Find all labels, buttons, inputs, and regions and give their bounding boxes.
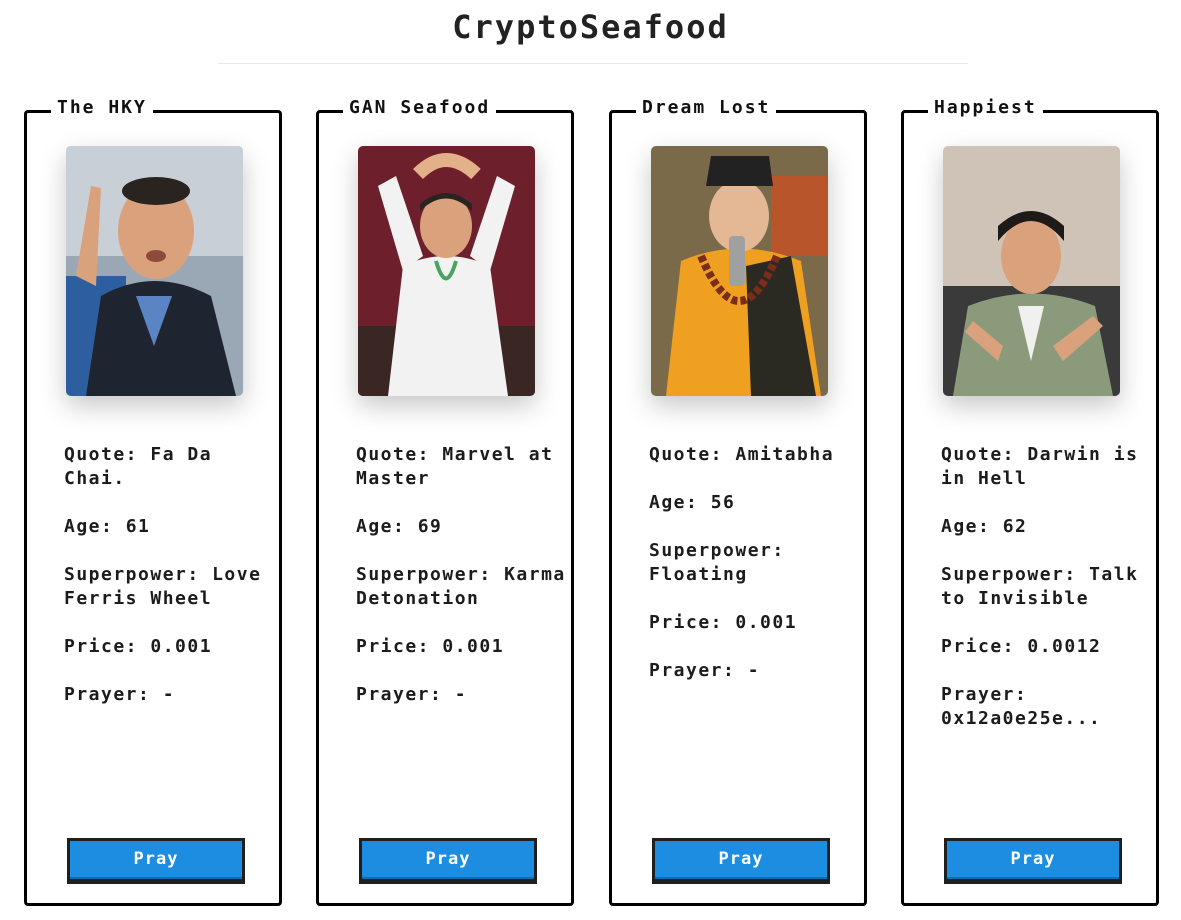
portrait-image <box>66 146 243 396</box>
superpower-label: Superpower: <box>649 540 785 561</box>
prayer-label: Prayer: <box>64 684 151 705</box>
price-value: 0.001 <box>442 636 505 657</box>
superpower-field: Superpower: Love Ferris Wheel <box>64 563 276 611</box>
superpower-label: Superpower: <box>64 564 200 585</box>
quote-label: Quote: <box>64 444 139 465</box>
superpower-label: Superpower: <box>941 564 1077 585</box>
age-label: Age: <box>649 492 699 513</box>
card-info: Quote: Darwin is in Hell Age: 62 Superpo… <box>941 443 1153 755</box>
character-photo <box>651 146 828 396</box>
superpower-field: Superpower: Karma Detonation <box>356 563 568 611</box>
price-label: Price: <box>64 636 139 657</box>
pray-button[interactable]: Pray <box>944 838 1122 884</box>
superpower-field: Superpower: Talk to Invisible <box>941 563 1153 611</box>
price-field: Price: 0.001 <box>356 635 568 659</box>
age-field: Age: 62 <box>941 515 1153 539</box>
superpower-label: Superpower: <box>356 564 492 585</box>
character-card-3: Dream Lost Quote: Amitabha Age: 56 Super… <box>609 97 867 906</box>
price-value: 0.001 <box>150 636 213 657</box>
age-field: Age: 56 <box>649 491 861 515</box>
prayer-value: 0x12a0e25e... <box>941 708 1102 729</box>
quote-label: Quote: <box>649 444 724 465</box>
age-value: 56 <box>710 492 736 513</box>
pray-button-label: Pray <box>362 841 534 879</box>
pray-button-label: Pray <box>70 841 242 879</box>
price-label: Price: <box>941 636 1016 657</box>
portrait-image <box>358 146 535 396</box>
character-card-4: Happiest Quote: Darwin is in Hell Age: 6… <box>901 97 1159 906</box>
prayer-field: Prayer: - <box>64 683 276 707</box>
age-value: 61 <box>125 516 151 537</box>
price-field: Price: 0.001 <box>649 611 861 635</box>
price-field: Price: 0.0012 <box>941 635 1153 659</box>
character-photo <box>66 146 243 396</box>
price-label: Price: <box>649 612 724 633</box>
page-title: CryptoSeafood <box>452 8 729 46</box>
portrait-image <box>651 146 828 396</box>
quote-field: Quote: Amitabha <box>649 443 861 467</box>
quote-field: Quote: Darwin is in Hell <box>941 443 1153 491</box>
pray-button[interactable]: Pray <box>652 838 830 884</box>
age-label: Age: <box>64 516 114 537</box>
age-label: Age: <box>941 516 991 537</box>
quote-field: Quote: Fa Da Chai. <box>64 443 276 491</box>
card-title: GAN Seafood <box>343 97 497 118</box>
character-card-2: GAN Seafood Quote: Marvel at Master Age:… <box>316 97 574 906</box>
pray-button-label: Pray <box>947 841 1119 879</box>
prayer-field: Prayer: - <box>649 659 861 683</box>
age-field: Age: 61 <box>64 515 276 539</box>
prayer-label: Prayer: <box>649 660 736 681</box>
pray-button-label: Pray <box>655 841 827 879</box>
card-title: Happiest <box>928 97 1043 118</box>
character-card-1: The HKY Quote: Fa Da Chai. Age: 61 Super… <box>24 97 282 906</box>
title-divider <box>218 63 968 64</box>
prayer-value: - <box>747 660 761 681</box>
age-label: Age: <box>356 516 406 537</box>
quote-value: Amitabha <box>735 444 835 465</box>
price-field: Price: 0.001 <box>64 635 276 659</box>
quote-field: Quote: Marvel at Master <box>356 443 568 491</box>
prayer-value: - <box>162 684 176 705</box>
age-value: 62 <box>1002 516 1028 537</box>
card-title: The HKY <box>51 97 153 118</box>
price-value: 0.001 <box>735 612 798 633</box>
superpower-value: Floating <box>649 564 748 585</box>
card-info: Quote: Fa Da Chai. Age: 61 Superpower: L… <box>64 443 276 731</box>
pray-button[interactable]: Pray <box>67 838 245 884</box>
prayer-label: Prayer: <box>941 684 1028 705</box>
age-field: Age: 69 <box>356 515 568 539</box>
prayer-label: Prayer: <box>356 684 443 705</box>
superpower-field: Superpower: Floating <box>649 539 861 587</box>
price-value: 0.0012 <box>1027 636 1102 657</box>
character-photo <box>358 146 535 396</box>
quote-label: Quote: <box>356 444 431 465</box>
prayer-field: Prayer: 0x12a0e25e... <box>941 683 1153 731</box>
card-title: Dream Lost <box>636 97 777 118</box>
card-info: Quote: Amitabha Age: 56 Superpower: Floa… <box>649 443 861 707</box>
character-photo <box>943 146 1120 396</box>
prayer-value: - <box>454 684 468 705</box>
portrait-image <box>943 146 1120 396</box>
quote-label: Quote: <box>941 444 1016 465</box>
price-label: Price: <box>356 636 431 657</box>
prayer-field: Prayer: - <box>356 683 568 707</box>
age-value: 69 <box>417 516 443 537</box>
card-info: Quote: Marvel at Master Age: 69 Superpow… <box>356 443 568 731</box>
pray-button[interactable]: Pray <box>359 838 537 884</box>
